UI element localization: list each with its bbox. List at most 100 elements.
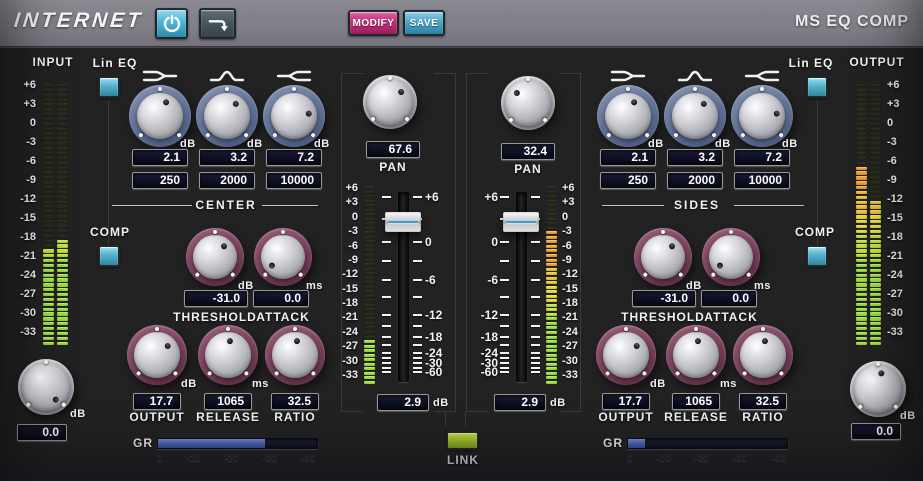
meter-led — [856, 201, 867, 204]
center-eq-high-freq-display[interactable]: 10000 — [266, 172, 322, 189]
meter-led — [364, 195, 375, 198]
meter-led — [364, 299, 375, 302]
center-eq-mid-freq-display[interactable]: 2000 — [199, 172, 255, 189]
knob-indicator — [762, 338, 769, 345]
sides-output-knob[interactable] — [596, 325, 656, 385]
meter-led — [57, 186, 68, 189]
meter-led — [856, 167, 867, 170]
link-button[interactable] — [446, 431, 479, 450]
scale-label: -15 — [2, 213, 36, 224]
sides-eq-mid-freq-display[interactable]: 2000 — [667, 172, 723, 189]
sides-output-label: OUTPUT — [591, 411, 661, 424]
knob-tick-dot — [606, 132, 612, 138]
sides-title-line — [602, 205, 664, 206]
right-lineq-comp-connector — [817, 100, 818, 245]
scale-label: -3 — [562, 226, 590, 237]
meter-led — [546, 268, 557, 271]
center-eq-high-gain-display[interactable]: 7.2 — [266, 149, 322, 166]
sides-fader-display[interactable]: 2.9 — [494, 394, 546, 411]
scale-label: -12 — [887, 194, 921, 205]
knob-indicator — [294, 338, 301, 345]
center-threshold-display[interactable]: -31.0 — [184, 290, 248, 307]
fader-tick — [413, 241, 422, 243]
meter-led — [546, 254, 557, 257]
sides-fader-handle[interactable] — [503, 212, 539, 232]
meter-led — [57, 249, 68, 252]
sides-eq-high-gain-display[interactable]: 7.2 — [734, 149, 790, 166]
scale-label: -15 — [330, 284, 358, 295]
center-ratio-knob[interactable] — [265, 325, 325, 385]
sides-pan-display[interactable]: 32.4 — [501, 143, 555, 160]
left-lineq-comp-connector — [108, 100, 109, 245]
center-release-knob[interactable] — [198, 325, 258, 385]
center-ratio-display[interactable]: 32.5 — [271, 393, 319, 410]
center-fader-display[interactable]: 2.9 — [377, 394, 429, 411]
center-strip-outline — [341, 73, 363, 74]
meter-led — [870, 303, 881, 306]
center-pan-knob[interactable] — [363, 75, 417, 129]
center-eq-low-freq-display[interactable]: 250 — [132, 172, 188, 189]
scale-label: -3 — [887, 137, 921, 148]
center-title-line — [112, 205, 192, 206]
input-gain-knob[interactable] — [18, 359, 74, 415]
center-output-display[interactable]: 17.7 — [133, 393, 181, 410]
center-attack-knob[interactable] — [254, 228, 312, 286]
center-output-knob[interactable] — [127, 325, 187, 385]
sides-lineq-button[interactable] — [806, 76, 828, 98]
sides-release-display[interactable]: 1065 — [672, 393, 720, 410]
output-gain-display[interactable]: 0.0 — [851, 423, 901, 440]
knob-tick-dot — [207, 371, 213, 377]
fader-scale-label: -60 — [425, 366, 455, 378]
modify-button[interactable]: MODIFY — [348, 10, 399, 36]
center-pan-display[interactable]: 67.6 — [366, 141, 420, 158]
center-fader-handle[interactable] — [385, 212, 421, 232]
sides-threshold-display[interactable]: -31.0 — [632, 290, 696, 307]
sides-attack-knob[interactable] — [702, 228, 760, 286]
sides-eq-mid-gain-display[interactable]: 3.2 — [667, 149, 723, 166]
fader-tick — [500, 325, 509, 327]
sides-ratio-knob[interactable] — [733, 325, 793, 385]
fader-tick — [500, 296, 509, 298]
output-gain-unit: dB — [900, 410, 922, 422]
meter-led — [870, 274, 881, 277]
meter-led — [43, 259, 54, 262]
scale-label: -6 — [887, 156, 921, 167]
sides-release-knob[interactable] — [666, 325, 726, 385]
unit-label: dB — [181, 378, 203, 390]
save-button[interactable]: SAVE — [403, 10, 445, 36]
knob-indicator — [632, 342, 640, 350]
input-gain-display[interactable]: 0.0 — [17, 424, 67, 441]
output-gain-knob[interactable] — [850, 361, 906, 417]
meter-led — [57, 312, 68, 315]
center-lineq-button[interactable] — [98, 76, 120, 98]
routing-button[interactable] — [199, 8, 236, 39]
power-button[interactable] — [155, 8, 188, 39]
sides-ratio-display[interactable]: 32.5 — [739, 393, 787, 410]
sides-strip-outline — [559, 411, 581, 412]
center-release-display[interactable]: 1065 — [204, 393, 252, 410]
link-label: LINK — [440, 454, 486, 467]
center-eq-mid-gain-display[interactable]: 3.2 — [199, 149, 255, 166]
center-attack-display[interactable]: 0.0 — [253, 290, 309, 307]
sides-pan-knob[interactable] — [501, 76, 555, 130]
sides-eq-low-gain-display[interactable]: 2.1 — [600, 149, 656, 166]
sides-comp-button[interactable] — [806, 245, 828, 267]
fader-tick — [382, 279, 391, 281]
scale-label: -21 — [562, 312, 590, 323]
center-eq-low-gain-display[interactable]: 2.1 — [132, 149, 188, 166]
center-comp-button[interactable] — [98, 245, 120, 267]
scale-label: -20 — [694, 453, 708, 464]
sides-threshold-knob[interactable] — [634, 228, 692, 286]
scale-label: -9 — [330, 255, 358, 266]
meter-led — [43, 240, 54, 243]
scale-label: -15 — [887, 213, 921, 224]
center-threshold-knob[interactable] — [186, 228, 244, 286]
center-section-title: CENTER — [194, 199, 258, 212]
sides-output-display[interactable]: 17.7 — [602, 393, 650, 410]
sides-attack-display[interactable]: 0.0 — [701, 290, 757, 307]
sides-eq-low-freq-display[interactable]: 250 — [600, 172, 656, 189]
meter-led — [43, 157, 54, 160]
knob-tick-dot — [194, 272, 200, 278]
sides-eq-high-freq-display[interactable]: 10000 — [734, 172, 790, 189]
scale-label: -9 — [2, 175, 36, 186]
